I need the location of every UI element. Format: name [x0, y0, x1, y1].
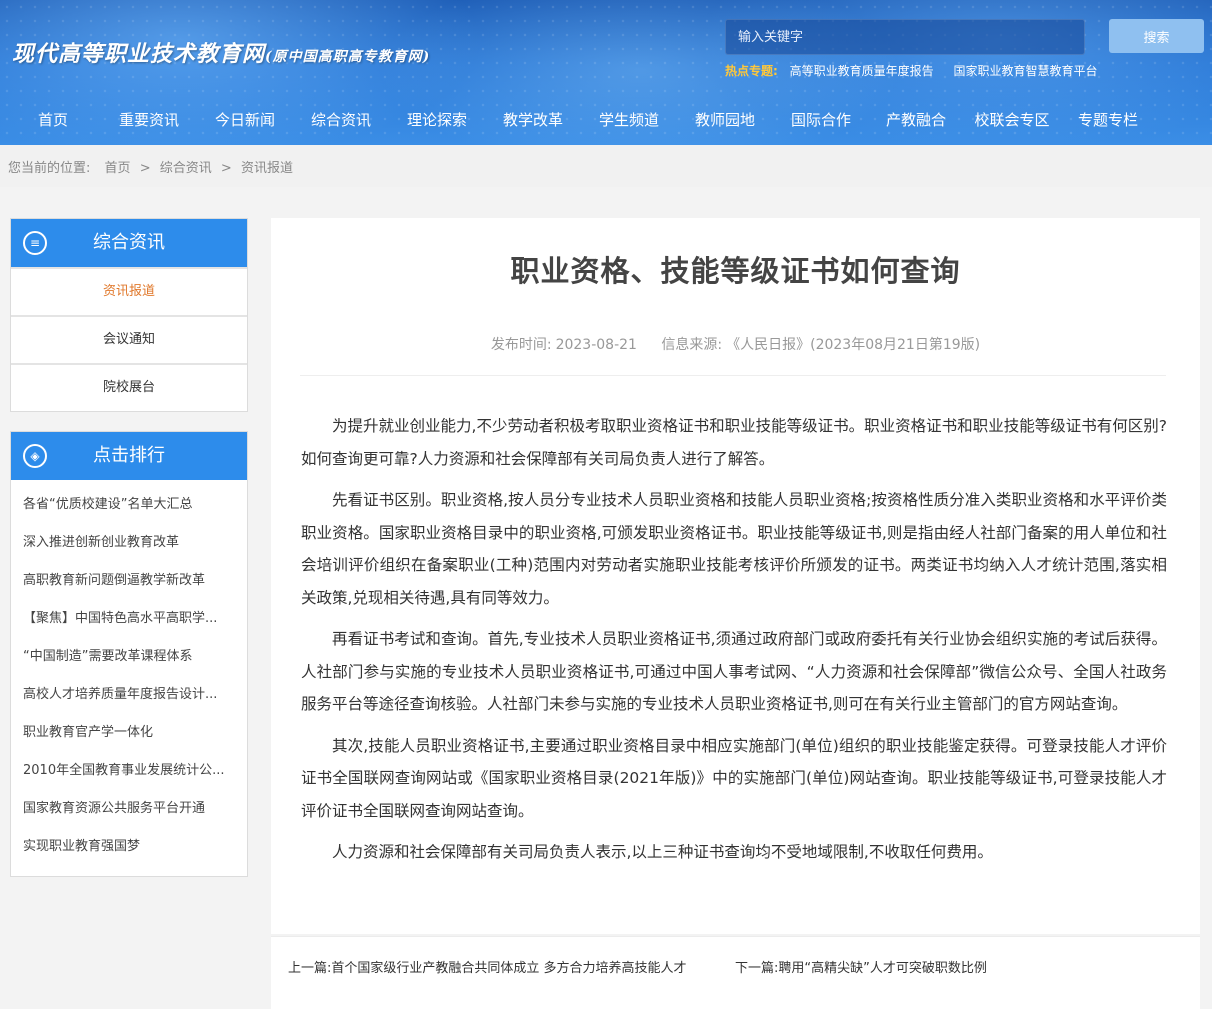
breadcrumb-separator: > [139, 161, 151, 176]
nav-item-teachers[interactable]: 教师园地 [677, 100, 773, 140]
article-meta: 发布时间: 2023-08-21 信息来源: 《人民日报》(2023年08月21日第… [271, 334, 1200, 354]
breadcrumb-link-category[interactable]: 综合资讯 [160, 161, 212, 176]
nav-item-general-news[interactable]: 综合资讯 [293, 100, 389, 140]
nav-item-home[interactable]: 首页 [5, 100, 101, 140]
hot-topics-label: 热点专题: [725, 64, 778, 78]
nav-item-international[interactable]: 国际合作 [773, 100, 869, 140]
nav-item-alliance[interactable]: 校联会专区 [964, 100, 1060, 140]
next-article-link[interactable]: 下一篇:聘用“高精尖缺”人才可突破职数比例 [735, 957, 1035, 981]
article-pager: 上一篇:首个国家级行业产教融合共同体成立 多方合力培养高技能人才 下一篇:聘用“… [271, 936, 1200, 1009]
article-paragraph: 再看证书考试和查询。首先,专业技术人员职业资格证书,须通过政府部门或政府委托有关… [301, 630, 1167, 713]
logo-sub-text: (原中国高职高专教育网) [265, 49, 431, 65]
nav-item-teaching[interactable]: 教学改革 [485, 100, 581, 140]
ranking-item[interactable]: 高职教育新问题倒逼教学新改革 [11, 562, 247, 600]
prev-title[interactable]: 首个国家级行业产教融合共同体成立 多方合力培养高技能人才 [331, 961, 686, 976]
article-content: 为提升就业创业能力,不少劳动者积极考取职业资格证书和职业技能等级证书。职业资格证… [301, 410, 1167, 878]
prev-article-link[interactable]: 上一篇:首个国家级行业产教融合共同体成立 多方合力培养高技能人才 [288, 957, 718, 981]
publish-date: 2023-08-21 [555, 337, 637, 353]
ranking-item[interactable]: “中国制造”需要改革课程体系 [11, 638, 247, 676]
sidebar-category-box: ≡ 综合资讯 资讯报道 会议通知 院校展台 [10, 218, 248, 412]
sidebar-item-news-reports[interactable]: 资讯报道 [11, 267, 247, 315]
ranking-item[interactable]: 高校人才培养质量年度报告设计... [11, 676, 247, 714]
breadcrumb-separator: > [220, 161, 232, 176]
list-icon: ≡ [23, 231, 47, 255]
article-panel: 职业资格、技能等级证书如何查询 发布时间: 2023-08-21 信息来源: 《人民… [271, 218, 1200, 934]
ranking-item[interactable]: 【聚焦】中国特色高水平高职学... [11, 600, 247, 638]
sidebar-ranking-box: ◈ 点击排行 各省“优质校建设”名单大汇总 深入推进创新创业教育改革 高职教育新… [10, 431, 248, 877]
ranking-item[interactable]: 各省“优质校建设”名单大汇总 [11, 486, 247, 524]
logo-main-text: 现代高等职业技术教育网 [12, 41, 266, 67]
diamond-icon: ◈ [23, 444, 47, 468]
nav-item-important[interactable]: 重要资讯 [101, 100, 197, 140]
prev-label: 上一篇: [288, 961, 332, 976]
publish-time: 发布时间: 2023-08-21 [491, 337, 637, 353]
ranking-item[interactable]: 2010年全国教育事业发展统计公... [11, 752, 247, 790]
sidebar-item-school-showcase[interactable]: 院校展台 [11, 363, 247, 411]
publish-time-label: 发布时间: [490, 337, 552, 353]
source-value: 《人民日报》(2023年08月21日第19版) [726, 337, 981, 353]
nav-item-special[interactable]: 专题专栏 [1060, 100, 1156, 140]
article-paragraph: 先看证书区别。职业资格,按人员分专业技术人员职业资格和技能人员职业资格;按资格性… [301, 491, 1167, 607]
sidebar-ranking-title: 点击排行 [93, 445, 165, 466]
nav-item-industry[interactable]: 产教融合 [868, 100, 964, 140]
ranking-item[interactable]: 深入推进创新创业教育改革 [11, 524, 247, 562]
site-logo[interactable]: 现代高等职业技术教育网(原中国高职高专教育网) [12, 36, 430, 70]
next-title[interactable]: 聘用“高精尖缺”人才可突破职数比例 [778, 961, 986, 976]
breadcrumb-prefix: 您当前的位置: [8, 161, 91, 176]
search-button[interactable]: 搜索 [1109, 19, 1204, 53]
sidebar-ranking-header: ◈ 点击排行 [11, 432, 247, 480]
site-header: 现代高等职业技术教育网(原中国高职高专教育网) 搜索 热点专题: 高等职业教育质… [0, 0, 1212, 145]
breadcrumb-link-home[interactable]: 首页 [105, 161, 131, 176]
article-paragraph: 为提升就业创业能力,不少劳动者积极考取职业资格证书和职业技能等级证书。职业资格证… [301, 417, 1167, 468]
hot-topic-link[interactable]: 高等职业教育质量年度报告 [790, 64, 934, 78]
info-source: 信息来源: 《人民日报》(2023年08月21日第19版) [661, 337, 980, 353]
sidebar-category-header: ≡ 综合资讯 [11, 219, 247, 267]
ranking-item[interactable]: 实现职业教育强国梦 [11, 828, 247, 866]
ranking-item[interactable]: 职业教育官产学一体化 [11, 714, 247, 752]
nav-item-theory[interactable]: 理论探索 [389, 100, 485, 140]
search-input[interactable] [725, 19, 1085, 55]
source-label: 信息来源: [661, 337, 723, 353]
sidebar-item-meeting-notices[interactable]: 会议通知 [11, 315, 247, 363]
nav-item-today-news[interactable]: 今日新闻 [197, 100, 293, 140]
article-title: 职业资格、技能等级证书如何查询 [510, 254, 961, 288]
meta-divider [300, 375, 1166, 376]
next-label: 下一篇: [735, 961, 779, 976]
breadcrumb: 您当前的位置: 首页 > 综合资讯 > 资讯报道 [8, 157, 293, 176]
ranking-list: 各省“优质校建设”名单大汇总 深入推进创新创业教育改革 高职教育新问题倒逼教学新… [11, 480, 247, 876]
sidebar-category-title: 综合资讯 [93, 232, 165, 253]
nav-item-students[interactable]: 学生频道 [581, 100, 677, 140]
breadcrumb-link-current[interactable]: 资讯报道 [241, 161, 293, 176]
article-paragraph: 人力资源和社会保障部有关司局负责人表示,以上三种证书查询均不受地域限制,不收取任… [332, 843, 993, 861]
hot-topics: 热点专题: 高等职业教育质量年度报告 国家职业教育智慧教育平台 [725, 62, 1114, 79]
hot-topic-link[interactable]: 国家职业教育智慧教育平台 [953, 64, 1097, 78]
article-paragraph: 其次,技能人员职业资格证书,主要通过职业资格目录中相应实施部门(单位)组织的职业… [301, 736, 1167, 820]
breadcrumb-bar: 您当前的位置: 首页 > 综合资讯 > 资讯报道 [0, 145, 1212, 187]
ranking-item[interactable]: 国家教育资源公共服务平台开通 [11, 790, 247, 828]
main-nav: 首页 重要资讯 今日新闻 综合资讯 理论探索 教学改革 学生频道 教师园地 国际… [0, 100, 1212, 140]
